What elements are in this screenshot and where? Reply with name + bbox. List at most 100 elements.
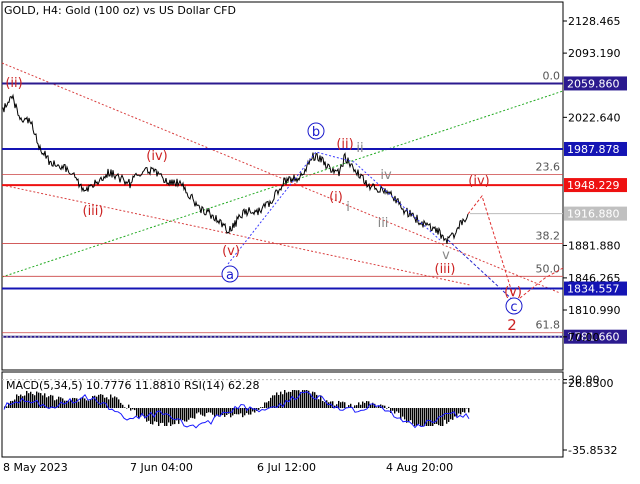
macd-histogram-bar [82,397,83,408]
macd-histogram-bar [98,395,99,408]
macd-histogram-bar [26,391,27,408]
macd-histogram-bar [186,408,187,422]
macd-histogram-bar [200,408,201,415]
macd-histogram-bar [448,408,449,422]
macd-histogram-bar [32,394,33,408]
macd-histogram-bar [174,408,175,424]
wave-label-iv-minor: iv [380,168,392,183]
macd-histogram-bar [460,408,461,414]
macd-histogram-bar [446,408,447,424]
macd-histogram-bar [398,408,399,413]
macd-histogram-bar [344,402,345,408]
price-tick-label: 2093.190 [568,47,621,60]
macd-histogram-bar [292,390,293,408]
wave-label-iii: (iii) [83,204,104,219]
macd-histogram-bar [196,408,197,413]
macd-histogram-bar [30,392,31,408]
macd-histogram-bar [180,408,181,420]
macd-histogram-bar [184,408,185,421]
macd-histogram-bar [84,398,85,408]
time-axis-label-4: 4 Aug 20:00 [386,461,453,474]
macd-histogram-bar [384,406,385,408]
time-axis-label-2: 7 Jun 04:00 [130,461,193,474]
macd-histogram-bar [6,406,7,408]
macd-histogram-bar [226,408,227,415]
key-level-price-label: 1834.557 [567,283,620,296]
macd-histogram-bar [14,400,15,408]
indicator-tick-label: -35.8532 [568,444,617,457]
key-level-price-label: 1948.229 [567,179,620,192]
macd-histogram-bar [134,408,135,410]
wave-label-i-minor: i [346,200,350,215]
macd-histogram-bar [268,401,269,408]
macd-histogram-bar [194,408,195,419]
macd-histogram-bar [90,399,91,408]
fib-level-label: 50.0 [536,262,561,275]
macd-histogram-bar [258,408,259,410]
macd-histogram-bar [274,395,275,408]
macd-histogram-bar [86,400,87,408]
indicator-tick-label: 30.00 [568,374,600,387]
fib-level-label: 0.0 [543,69,561,82]
wave-label-iv: (iv) [146,149,167,164]
macd-histogram-bar [124,407,125,408]
macd-histogram-bar [108,399,109,408]
macd-histogram-bar [236,408,237,414]
price-tick-label: 2022.640 [568,111,621,124]
macd-histogram-bar [462,408,463,412]
macd-histogram-bar [16,394,17,408]
macd-histogram-bar [340,402,341,408]
macd-histogram-bar [50,395,51,408]
macd-histogram-bar [416,408,417,426]
macd-histogram-bar [306,390,307,408]
macd-histogram-bar [76,398,77,408]
macd-histogram-bar [116,397,117,408]
macd-histogram-bar [388,407,389,408]
macd-histogram-bar [428,408,429,426]
macd-histogram-bar [110,395,111,408]
macd-histogram-bar [164,408,165,426]
macd-histogram-bar [212,408,213,415]
price-chart[interactable]: 2128.4652093.1902022.6401881.8801846.265… [0,0,640,480]
macd-histogram-bar [358,402,359,408]
macd-histogram-bar [118,399,119,408]
macd-histogram-bar [210,408,211,413]
time-axis-label-3: 6 Jul 12:00 [257,461,316,474]
wave-label-c: c [510,300,517,315]
wave-label-b: b [312,125,320,140]
macd-histogram-bar [360,405,361,408]
macd-histogram-bar [100,394,101,408]
macd-histogram-bar [244,408,245,415]
macd-histogram-bar [198,408,199,412]
macd-histogram-bar [70,400,71,408]
indicator-title: MACD(5,34,5) 10.7776 11.8810 RSI(14) 62.… [6,379,259,392]
macd-histogram-bar [314,392,315,408]
macd-histogram-bar [206,408,207,413]
macd-histogram-bar [318,399,319,408]
macd-histogram-bar [12,401,13,408]
macd-histogram-bar [262,407,263,408]
macd-histogram-bar [402,408,403,417]
macd-histogram-bar [426,408,427,426]
macd-histogram-bar [370,405,371,408]
macd-histogram-bar [52,396,53,408]
fib-level-label: 61.8 [536,319,561,332]
wave-label-iii-minor: iii [378,216,389,231]
wave-label-ii-minor: ii [356,141,363,156]
wave-label-ii-peak: (ii) [336,137,353,152]
wave-abc-path [228,152,440,264]
macd-histogram-bar [396,408,397,411]
macd-histogram-bar [288,392,289,408]
macd-histogram-bar [362,402,363,408]
macd-histogram-bar [120,403,121,408]
macd-histogram-bar [42,395,43,408]
macd-histogram-bar [156,408,157,422]
macd-histogram-bar [458,408,459,413]
macd-histogram-bar [316,395,317,408]
macd-histogram-bar [178,408,179,424]
price-tick-label: 2128.465 [568,15,621,28]
macd-histogram-bar [28,393,29,408]
macd-histogram-bar [404,408,405,419]
wave-label-2: 2 [507,316,517,334]
macd-histogram-bar [432,408,433,426]
